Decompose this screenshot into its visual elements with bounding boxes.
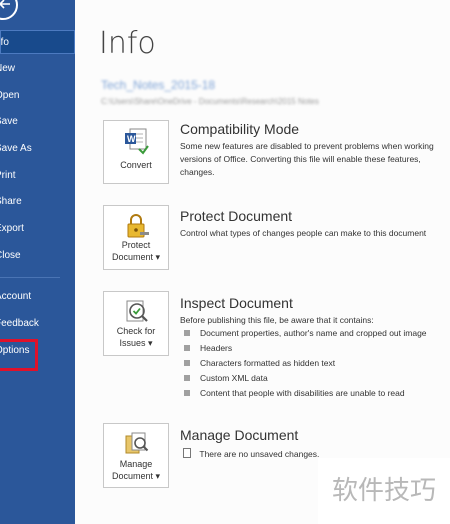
sidebar-divider [0,277,60,278]
nav-new-label: New [0,63,16,74]
bullet-square-icon [184,330,190,336]
nav-open[interactable]: Open [0,84,75,108]
nav-info-label: nfo [0,37,9,48]
manage-document-icon [124,430,150,458]
compatibility-text-3: changes. [180,167,215,177]
backstage-sidebar: nfo New Open Save Save As Print Share Ex… [0,0,75,524]
lock-key-icon [124,212,150,240]
manage-label-1: Manage [119,459,153,469]
document-small-icon [183,448,191,458]
chevron-down-icon: ▾ [155,252,161,262]
nav-share[interactable]: Share [0,190,75,214]
check-for-issues-button[interactable]: Check for Issues ▾ [103,291,169,356]
nav-close-label: Close [0,250,21,261]
manage-text: There are no unsaved changes. [199,449,320,459]
back-arrow-icon[interactable] [0,0,18,20]
nav-save-as[interactable]: Save As [0,137,75,161]
chevron-down-icon: ▾ [155,471,161,481]
protect-label-1: Protect [121,240,151,250]
manage-label-2: Document ▾ [104,470,168,482]
watermark-text: 软件技巧 [318,458,450,524]
protect-text: Control what types of changes people can… [180,228,427,238]
nav-account-label: Account [0,291,32,302]
manage-text-row: There are no unsaved changes. [183,447,319,461]
bullet-square-icon [184,360,190,366]
nav-feedback[interactable]: Feedback [0,312,75,336]
protect-label-2-text: Document [111,252,153,262]
inspect-checklist-icon [124,298,150,326]
bullet-square-icon [184,375,190,381]
nav-export[interactable]: Export [0,217,75,241]
nav-export-label: Export [0,223,24,234]
bullet-square-icon [184,390,190,396]
nav-save-as-label: Save As [0,143,32,154]
convert-label: Convert [120,160,152,170]
nav-print[interactable]: Print [0,164,75,188]
manage-label-2-text: Document [111,471,153,481]
nav-open-label: Open [0,90,20,101]
nav-account[interactable]: Account [0,285,75,309]
inspect-label-2: Issues ▾ [104,337,168,349]
nav-info[interactable]: nfo [0,30,75,54]
list-item-text: Content that people with disabilities ar… [200,388,405,398]
nav-print-label: Print [0,170,16,181]
compatibility-text-1: Some new features are disabled to preven… [180,141,434,151]
bullet-square-icon [184,345,190,351]
compatibility-text-2: versions of Office. Converting this file… [180,154,421,164]
list-item-text: Document properties, author's name and c… [200,328,427,338]
list-item-text: Headers [200,343,233,353]
inspect-label-1: Check for [116,326,156,336]
inspect-title: Inspect Document [180,295,293,311]
options-highlight-box [0,339,38,371]
nav-share-label: Share [0,196,22,207]
file-name: Tech_Notes_2015-18 [101,78,216,92]
inspect-intro: Before publishing this file, be aware th… [180,315,374,325]
nav-new[interactable]: New [0,57,75,81]
chevron-down-icon: ▾ [148,338,153,348]
nav-close[interactable]: Close [0,244,75,268]
compatibility-title: Compatibility Mode [180,121,300,137]
nav-save-label: Save [0,116,18,127]
manage-document-button[interactable]: Manage Document ▾ [103,423,169,488]
svg-text:W: W [127,134,136,144]
protect-document-button[interactable]: Protect Document ▾ [103,205,169,270]
nav-save[interactable]: Save [0,110,75,134]
list-item-text: Custom XML data [200,373,268,383]
list-item-text: Characters formatted as hidden text [200,358,336,368]
file-path: C:\Users\Share\OneDrive - Documents\Rese… [101,97,319,106]
word-convert-icon: W [124,127,150,155]
info-pane: Info Tech_Notes_2015-18 C:\Users\Share\O… [75,0,450,524]
nav-feedback-label: Feedback [0,318,39,329]
protect-title: Protect Document [180,208,293,224]
protect-label-2: Document ▾ [104,251,168,263]
manage-title: Manage Document [180,427,299,443]
inspect-label-2-text: Issues [119,338,146,348]
page-title: Info [99,26,156,61]
convert-button[interactable]: W Convert [103,120,169,184]
